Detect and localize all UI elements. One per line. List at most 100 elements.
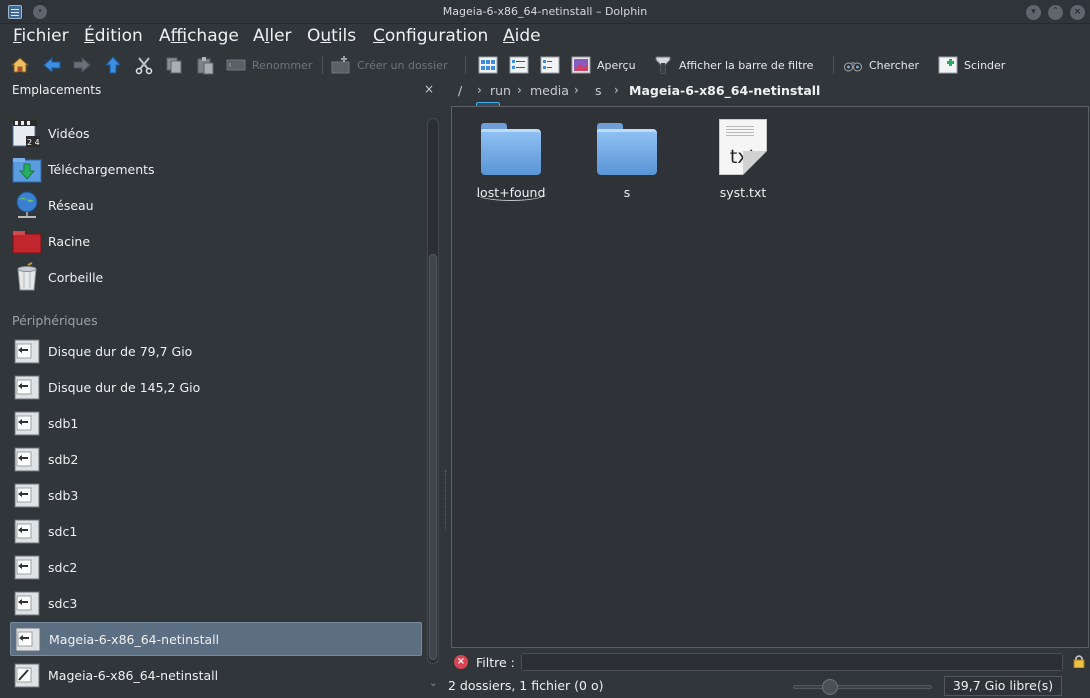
drive-icon: [14, 483, 40, 508]
menu-help[interactable]: Aide: [503, 26, 541, 46]
menu-view[interactable]: Affichage: [159, 26, 239, 46]
device-item[interactable]: Disque dur de 79,7 Gio: [10, 334, 422, 368]
device-item[interactable]: sdc2: [10, 550, 422, 584]
menu-edit[interactable]: Édition: [84, 26, 143, 46]
details-view-button[interactable]: [540, 54, 566, 76]
places-item-videos[interactable]: 2 4 Vidéos: [10, 116, 422, 150]
zoom-slider-handle[interactable]: [822, 679, 838, 695]
places-item-downloads[interactable]: Téléchargements: [10, 152, 422, 186]
device-item[interactable]: sdb3: [10, 478, 422, 512]
places-panel: Emplacements × 2 4 Vidéos Téléchargement…: [0, 80, 444, 698]
file-view[interactable]: lost+found s txt syst.txt: [451, 106, 1089, 648]
minimize-icon[interactable]: ˄: [1048, 5, 1063, 20]
breadcrumb-s[interactable]: s: [595, 83, 602, 98]
file-name: s: [623, 185, 631, 200]
rename-button[interactable]: Renommer: [226, 54, 312, 76]
status-bar: 2 dossiers, 1 fichier (0 o) 39,7 Gio lib…: [0, 674, 1090, 698]
device-item[interactable]: sdb2: [10, 442, 422, 476]
paste-button[interactable]: [195, 54, 221, 76]
places-scrollbar[interactable]: [427, 118, 439, 664]
back-arrow-icon: [43, 56, 61, 74]
drive-icon: [14, 411, 40, 436]
rename-icon: [226, 59, 246, 71]
menu-file[interactable]: Fichier: [13, 26, 69, 46]
new-folder-button[interactable]: Créer un dossier: [331, 54, 447, 76]
places-item-trash[interactable]: Corbeille: [10, 260, 422, 294]
filter-bar-button[interactable]: Afficher la barre de filtre: [653, 54, 813, 76]
device-item[interactable]: Disque dur de 145,2 Gio: [10, 370, 422, 404]
trash-icon: [17, 262, 37, 291]
drive-icon: [15, 627, 41, 652]
compact-view-icon: [509, 56, 529, 74]
file-name: lost+found: [474, 185, 548, 201]
search-button[interactable]: Chercher: [843, 54, 919, 76]
device-item-selected[interactable]: Mageia-6-x86_64-netinstall: [10, 622, 422, 656]
up-button[interactable]: [103, 54, 129, 76]
filter-bar: × Filtre :: [451, 651, 1090, 673]
zoom-slider-track[interactable]: [793, 685, 932, 689]
chevron-right-icon: ›: [477, 83, 482, 97]
main-toolbar: Renommer Créer un dossier Aperçu Affiche…: [0, 50, 1090, 126]
forward-button[interactable]: [72, 54, 98, 76]
scrollbar-thumb[interactable]: [429, 254, 437, 660]
menu-bar: Fichier Édition Affichage Aller Outils C…: [0, 24, 1090, 50]
breadcrumb-current[interactable]: Mageia-6-x86_64-netinstall: [629, 83, 820, 98]
breadcrumb: / › run › media › s › Mageia-6-x86_64-ne…: [452, 80, 1090, 102]
devices-section-title: Périphériques: [12, 313, 98, 328]
breadcrumb-run[interactable]: run: [490, 83, 511, 98]
device-item[interactable]: sdc3: [10, 586, 422, 620]
downloads-icon: [12, 158, 42, 183]
close-filter-icon[interactable]: ×: [454, 655, 468, 669]
details-view-icon: [540, 56, 560, 74]
title-bar: • Mageia-6-x86_64-netinstall – Dolphin ▾…: [0, 0, 1090, 24]
menu-go[interactable]: Aller: [253, 26, 292, 46]
videos-icon: 2 4: [12, 120, 40, 147]
close-panel-icon[interactable]: ×: [424, 82, 434, 96]
menu-tools[interactable]: Outils: [307, 26, 356, 46]
home-button[interactable]: [10, 54, 36, 76]
close-window-icon[interactable]: ×: [1070, 5, 1085, 20]
file-item-folder[interactable]: lost+found: [456, 117, 566, 201]
lock-icon[interactable]: [1073, 654, 1085, 668]
chevron-right-icon: ›: [517, 83, 522, 97]
window-title: Mageia-6-x86_64-netinstall – Dolphin: [442, 5, 648, 18]
panel-splitter[interactable]: [445, 470, 449, 530]
toolbar-separator: [833, 56, 834, 74]
breadcrumb-root[interactable]: /: [458, 83, 462, 98]
root-folder-icon: [12, 231, 42, 254]
home-icon: [10, 57, 30, 73]
free-space-indicator[interactable]: 39,7 Gio libre(s): [944, 676, 1062, 696]
places-item-root[interactable]: Racine: [10, 224, 422, 258]
scissors-icon: [135, 57, 153, 75]
drive-icon: [14, 555, 40, 580]
forward-arrow-icon: [73, 56, 91, 74]
new-folder-icon: [331, 56, 350, 74]
back-button[interactable]: [42, 54, 68, 76]
funnel-icon: [655, 56, 671, 74]
menu-settings[interactable]: Configuration: [373, 26, 488, 46]
breadcrumb-media[interactable]: media: [530, 83, 569, 98]
binoculars-icon: [844, 62, 862, 72]
file-item-text[interactable]: txt syst.txt: [688, 117, 798, 200]
places-item-network[interactable]: Réseau: [10, 188, 422, 222]
up-arrow-icon: [104, 56, 122, 74]
text-file-icon: txt: [711, 119, 775, 181]
filter-input[interactable]: [521, 653, 1063, 671]
paste-icon: [197, 57, 214, 75]
icon-view-icon: [478, 56, 498, 74]
cut-button[interactable]: [134, 54, 160, 76]
folder-icon: [595, 119, 659, 181]
split-button[interactable]: Scinder: [938, 54, 1005, 76]
drive-icon: [14, 339, 40, 364]
file-item-folder[interactable]: s: [572, 117, 682, 200]
drive-icon: [14, 519, 40, 544]
device-item[interactable]: sdb1: [10, 406, 422, 440]
device-item[interactable]: sdc1: [10, 514, 422, 548]
preview-button[interactable]: Aperçu: [571, 54, 636, 76]
copy-button[interactable]: [164, 54, 190, 76]
network-icon: [16, 191, 38, 218]
compact-view-button[interactable]: [509, 54, 535, 76]
help-window-icon[interactable]: ▾: [1026, 5, 1041, 20]
icons-view-button[interactable]: [478, 54, 504, 76]
copy-icon: [166, 57, 182, 74]
